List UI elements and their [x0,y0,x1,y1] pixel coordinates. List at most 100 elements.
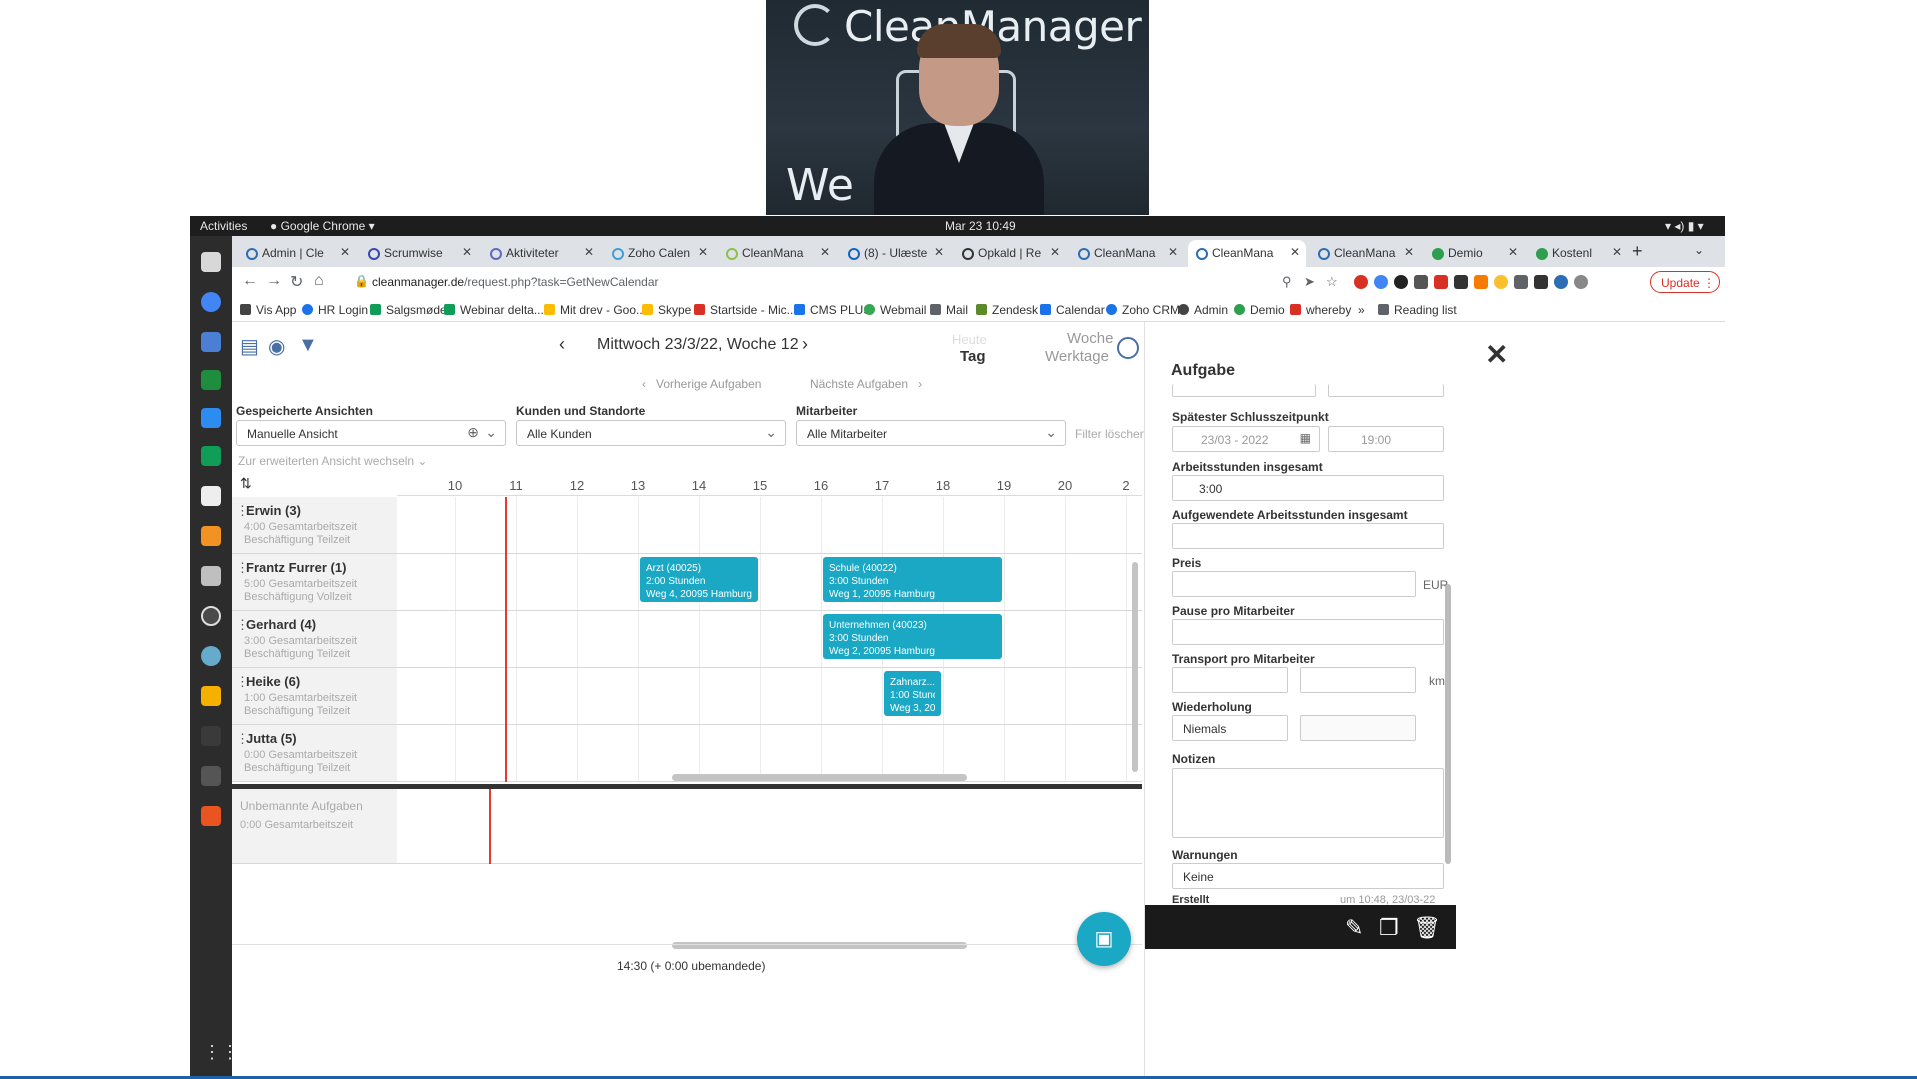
user-view-icon[interactable]: ◉ [268,334,285,359]
extension-icon[interactable] [1454,275,1468,289]
extension-icon[interactable] [1394,275,1408,289]
close-tab-icon[interactable]: ✕ [1612,245,1622,259]
spent-hours-input[interactable] [1172,523,1444,549]
view-workdays[interactable]: Werktage [1045,348,1109,365]
extension-icon[interactable] [1434,275,1448,289]
tab[interactable]: Scrumwise ✕ [360,240,478,267]
repeat-detail-input[interactable] [1300,715,1416,741]
settings-icon[interactable] [201,646,221,666]
close-tab-icon[interactable]: ✕ [1508,245,1518,259]
files-icon[interactable] [201,252,221,272]
bookmark[interactable]: Webmail [864,303,926,317]
close-tab-icon[interactable]: ✕ [1168,245,1178,259]
customers-select[interactable]: Alle Kunden ⌄ [516,420,786,446]
calendar-icon[interactable]: ▦ [1300,431,1311,445]
copy-icon[interactable]: ❐ [1379,915,1399,941]
latest-end-time-input[interactable]: 19:00 [1328,426,1444,452]
tab[interactable]: Demio ✕ [1424,240,1524,267]
image-viewer-icon[interactable] [201,566,221,586]
bookmark[interactable]: Admin [1178,303,1228,317]
edit-pencil-icon[interactable]: ✎ [1345,915,1363,941]
employee-row[interactable]: Erwin (3) 4:00 GesamtarbeitszeitBeschäfti… [232,497,1142,554]
tab-active[interactable]: CleanMana ✕ [1188,240,1306,267]
new-tab-button[interactable]: + [1632,241,1643,262]
saved-views-select[interactable]: Manuelle Ansicht ⊕ ⌄ [236,420,506,446]
tab[interactable]: CleanMana ✕ [1310,240,1420,267]
obs-icon[interactable] [201,606,221,626]
whereby-icon[interactable] [201,408,221,428]
close-tab-icon[interactable]: ✕ [462,245,472,259]
sheets-icon[interactable] [201,370,221,390]
filter-clear-link[interactable]: Filter löschen [1075,427,1146,441]
bookmark[interactable]: Calendar [1040,303,1105,317]
extension-icon[interactable] [1354,275,1368,289]
employees-select[interactable]: Alle Mitarbeiter ⌄ [796,420,1066,446]
previous-tasks-link[interactable]: ‹ Vorherige Aufgaben [642,377,761,391]
transport-input[interactable] [1172,667,1288,693]
os-clock[interactable]: Mar 23 10:49 [945,219,1016,233]
employee-name[interactable]: Heike (6) [236,674,300,690]
transport-distance-input[interactable] [1300,667,1416,693]
add-task-button[interactable]: ▣ [1077,912,1131,966]
bookmark[interactable]: Vis App [240,303,296,317]
bookmark[interactable]: whereby [1290,303,1351,317]
app-menu[interactable]: ● Google Chrome ▾ [270,219,375,233]
extension-icon[interactable] [1494,275,1508,289]
more-bookmarks-button[interactable]: » [1356,303,1365,317]
back-arrow-icon[interactable]: ← [242,272,258,290]
bookmark[interactable]: Demio [1234,303,1285,317]
bookmark[interactable]: HR Login [302,303,368,317]
terminal-icon[interactable] [201,726,221,746]
bookmark[interactable]: Skype [642,303,691,317]
address-bar[interactable]: 🔒 cleanmanager.de/request.php?task=GetNe… [350,270,1070,294]
close-tab-icon[interactable]: ✕ [934,245,944,259]
next-day-arrow[interactable]: › [802,334,808,355]
close-icon[interactable]: ✕ [1485,338,1508,371]
home-icon[interactable]: ⌂ [314,272,324,290]
start-time-input[interactable] [1328,384,1444,397]
task-card[interactable]: Schule (40022) 3:00 Stunden Weg 1, 20095 H… [823,557,1002,602]
bookmark[interactable]: Zoho CRM [1106,303,1180,317]
close-tab-icon[interactable]: ✕ [340,245,350,259]
profile-avatar[interactable] [1574,275,1588,289]
sort-icon[interactable]: ⇅ [240,475,252,492]
work-hours-input[interactable]: 3:00 [1172,475,1444,501]
employee-row[interactable]: Gerhard (4) 3:00 GesamtarbeitszeitBeschäf… [232,611,1142,668]
employee-name[interactable]: Erwin (3) [236,503,301,519]
bookmark[interactable]: Mail [930,303,968,317]
horizontal-scrollbar[interactable] [672,774,967,781]
tab[interactable]: Opkald | Re ✕ [954,240,1066,267]
tab[interactable]: Admin | Cle ✕ [238,240,356,267]
tab[interactable]: CleanMana ✕ [1070,240,1184,267]
chrome-icon[interactable] [201,292,221,312]
bookmark[interactable]: Salgsmøde [370,303,447,317]
extension-icon[interactable] [1374,275,1388,289]
previous-day-arrow[interactable]: ‹ [559,334,565,355]
list-view-icon[interactable]: ▤ [240,334,259,359]
start-date-input[interactable] [1172,384,1316,397]
add-view-icon[interactable]: ⊕ [467,424,479,441]
bookmark[interactable]: Startside - Mic... [694,303,797,317]
extended-view-toggle[interactable]: Zur erweiterten Ansicht wechseln ⌄ [238,454,427,468]
vertical-scrollbar[interactable] [1132,562,1138,772]
notes-textarea[interactable] [1172,768,1444,838]
pause-input[interactable] [1172,619,1444,645]
task-card[interactable]: Unternehmen (40023) 3:00 Stunden Weg 2, 20… [823,614,1002,659]
share-icon[interactable]: ➤ [1304,274,1315,290]
next-tasks-link[interactable]: Nächste Aufgaben › [810,377,922,391]
employee-name[interactable]: Frantz Furrer (1) [236,560,346,576]
zoom-icon[interactable]: ⚲ [1282,274,1292,290]
panel-scrollbar[interactable] [1445,584,1451,864]
extension-icon[interactable] [1534,275,1548,289]
extension-icon[interactable] [1514,275,1528,289]
close-tab-icon[interactable]: ✕ [698,245,708,259]
activities-button[interactable]: Activities [200,219,247,233]
update-button[interactable]: Update ⋮ [1650,271,1720,293]
extension-icon[interactable] [1414,275,1428,289]
close-tab-icon[interactable]: ✕ [1050,245,1060,259]
task-card[interactable]: Arzt (40025) 2:00 Stunden Weg 4, 20095 Ham… [640,557,758,602]
tab[interactable]: Aktiviteter ✕ [482,240,600,267]
tab[interactable]: (8) - Ulæste ✕ [840,240,950,267]
extension-icon[interactable] [1554,275,1568,289]
slides-icon[interactable] [201,446,221,466]
